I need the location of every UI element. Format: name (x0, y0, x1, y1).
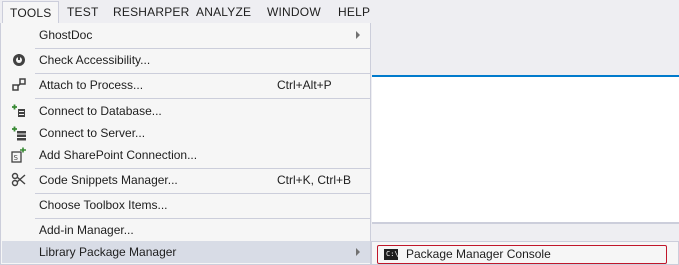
svg-text:S: S (14, 154, 19, 162)
submenu-arrow-icon (356, 31, 360, 39)
sharepoint-icon: S (11, 147, 27, 163)
menu-item-label: Attach to Process... (39, 78, 144, 92)
library-package-manager-submenu: C:\ Package Manager Console (371, 241, 679, 265)
menu-help[interactable]: HELP (331, 2, 377, 22)
menu-item-connect-to-server[interactable]: Connect to Server... (2, 122, 370, 144)
menu-item-code-snippets-manager[interactable]: Code Snippets Manager... Ctrl+K, Ctrl+B (2, 169, 370, 191)
menu-item-add-in-manager[interactable]: Add-in Manager... (2, 219, 370, 241)
menu-analyze[interactable]: ANALYZE (189, 2, 258, 22)
editor-area[interactable] (372, 77, 679, 222)
menu-test[interactable]: TEST (60, 2, 105, 22)
connect-database-icon (11, 103, 27, 119)
menu-resharper[interactable]: RESHARPER (106, 2, 196, 22)
menu-item-label: Add SharePoint Connection... (39, 148, 198, 162)
menu-item-shortcut: Ctrl+Alt+P (277, 78, 332, 92)
menu-item-label: Check Accessibility... (39, 53, 151, 67)
menu-item-library-package-manager[interactable]: Library Package Manager (2, 241, 370, 263)
menu-item-choose-toolbox-items[interactable]: Choose Toolbox Items... (2, 194, 370, 216)
connect-server-icon (11, 125, 27, 141)
tools-dropdown: GhostDoc Check Accessibility... Attach t… (0, 23, 371, 265)
menu-item-connect-to-database[interactable]: Connect to Database... (2, 100, 370, 122)
editor-divider (372, 222, 679, 224)
menu-item-check-accessibility[interactable]: Check Accessibility... (2, 49, 370, 71)
menu-item-label: Add-in Manager... (39, 223, 134, 237)
menu-tools[interactable]: TOOLS (2, 1, 60, 25)
submenu-arrow-icon (356, 248, 360, 256)
menu-item-label: Connect to Server... (39, 126, 146, 140)
accessibility-icon (11, 52, 27, 68)
menu-separator (35, 98, 370, 99)
menu-item-add-sharepoint-connection[interactable]: S Add SharePoint Connection... (2, 144, 370, 166)
menu-item-attach-to-process[interactable]: Attach to Process... Ctrl+Alt+P (2, 74, 370, 96)
menu-item-label: Choose Toolbox Items... (39, 198, 168, 212)
menu-item-label: GhostDoc (39, 28, 93, 42)
snippets-icon (11, 172, 27, 188)
menu-bar: TOOLS TEST RESHARPER ANALYZE WINDOW HELP (0, 0, 679, 25)
menu-item-label: Connect to Database... (39, 104, 162, 118)
menu-item-label: Code Snippets Manager... (39, 173, 178, 187)
menu-item-label: Library Package Manager (39, 245, 177, 259)
menu-item-package-manager-console[interactable]: C:\ Package Manager Console (377, 245, 667, 264)
menu-window[interactable]: WINDOW (260, 2, 328, 22)
menu-item-label: Package Manager Console (406, 247, 551, 261)
console-icon-text: C:\ (386, 250, 399, 258)
console-icon: C:\ (384, 249, 399, 260)
menu-item-shortcut: Ctrl+K, Ctrl+B (277, 173, 352, 187)
menu-item-ghostdoc[interactable]: GhostDoc (2, 24, 370, 46)
attach-process-icon (11, 77, 27, 93)
